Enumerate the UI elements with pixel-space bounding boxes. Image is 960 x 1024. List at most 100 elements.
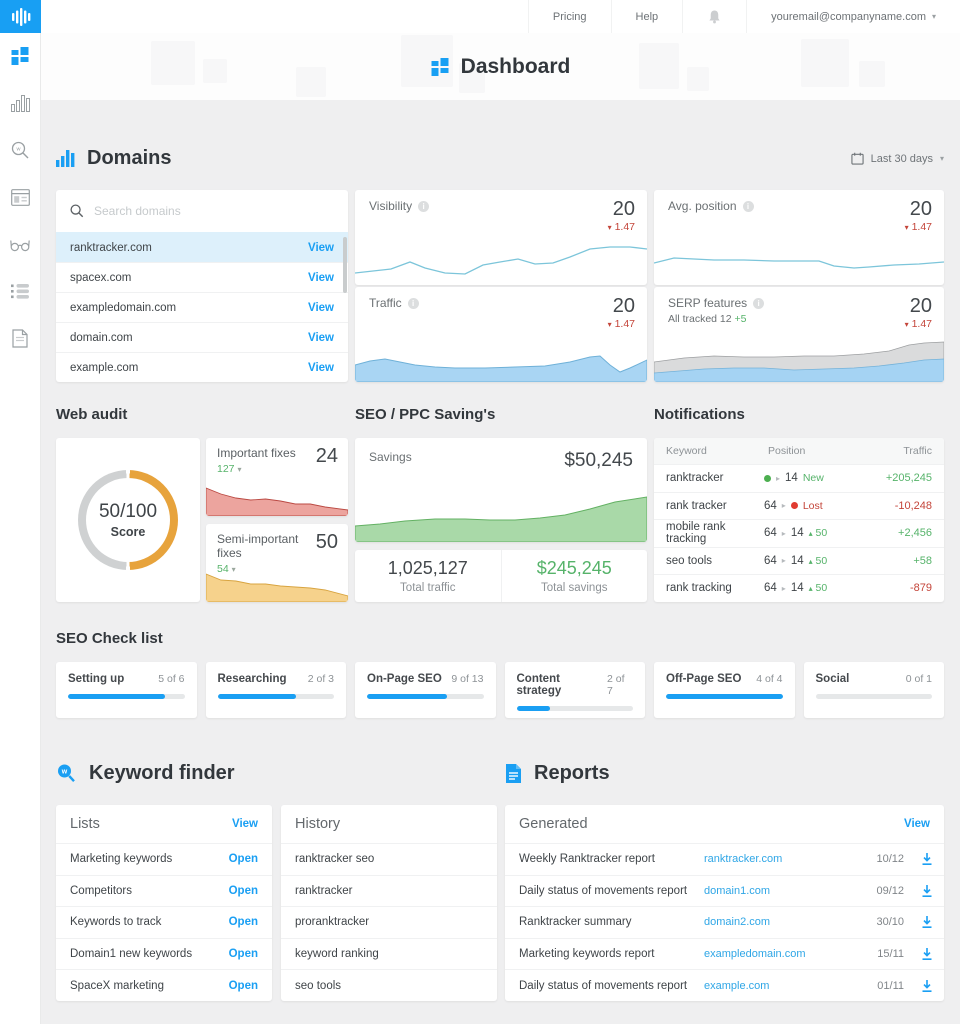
notification-row[interactable]: mobile rank tracking64▸14▴ 50+2,456 — [654, 519, 944, 547]
sidebar-item-serp-checker[interactable] — [10, 187, 30, 207]
savings-totals-card: 1,025,127 Total traffic $245,245 Total s… — [355, 550, 647, 602]
download-icon[interactable] — [904, 947, 934, 961]
domain-row[interactable]: domain.comView — [56, 322, 348, 352]
report-row[interactable]: Weekly Ranktracker reportranktracker.com… — [505, 843, 944, 875]
report-domain-link[interactable]: domain1.com — [704, 885, 852, 897]
checklist-label: Off-Page SEO — [666, 673, 741, 685]
progress-bar — [367, 694, 484, 699]
checklist-card: Setting up5 of 6 — [56, 662, 197, 718]
keyword-history-row[interactable]: proranktracker — [281, 906, 497, 938]
score-donut: 50/100 Score — [78, 470, 178, 570]
sidebar-item-dashboard[interactable] — [10, 46, 30, 66]
domain-row[interactable]: exampledomain.comView — [56, 292, 348, 322]
download-icon[interactable] — [904, 852, 934, 866]
keyword-list-row[interactable]: SpaceX marketingOpen — [56, 969, 272, 1001]
sidebar-item-keyword-finder[interactable]: w — [10, 140, 30, 160]
search-domains-input[interactable] — [94, 204, 334, 218]
keyword-history-row[interactable]: seo tools — [281, 969, 497, 1001]
domains-title: Domains — [87, 147, 171, 170]
generated-view-link[interactable]: View — [904, 818, 930, 830]
progress-bar — [218, 694, 335, 699]
total-savings: $245,245 Total savings — [501, 550, 648, 602]
score-value: 50/100 — [99, 501, 157, 523]
domain-view-link[interactable]: View — [308, 302, 334, 314]
checklist-progress-text: 2 of 7 — [607, 673, 633, 697]
help-link[interactable]: Help — [611, 0, 683, 33]
savings-column: SEO / PPC Saving's Savings $50,245 1,025… — [355, 406, 647, 602]
serp-tracked-delta: +5 — [735, 313, 747, 325]
report-date: 01/11 — [852, 980, 904, 992]
sidebar-item-rank-tracking[interactable] — [10, 93, 30, 113]
report-domain-link[interactable]: exampledomain.com — [704, 948, 852, 960]
keyword-history-row[interactable]: ranktracker — [281, 875, 497, 907]
position-badge: New — [803, 472, 824, 484]
progress-bar — [816, 694, 933, 699]
keyword-list-open-link[interactable]: Open — [229, 980, 258, 992]
notification-row[interactable]: rank tracking64▸14▴ 50-879 — [654, 574, 944, 602]
report-row[interactable]: Ranktracker summarydomain2.com30/10 — [505, 906, 944, 938]
domain-row[interactable]: example.comView — [56, 352, 348, 382]
keyword-list-open-link[interactable]: Open — [229, 885, 258, 897]
keyword-finder-section: w Keyword finder Lists View Marketing ke… — [56, 718, 497, 1001]
notification-row[interactable]: ranktracker▸14New+205,245 — [654, 464, 944, 492]
download-icon[interactable] — [904, 915, 934, 929]
report-row[interactable]: Daily status of movements reportexample.… — [505, 969, 944, 1001]
report-domain-link[interactable]: domain2.com — [704, 916, 852, 928]
domains-bars-icon — [56, 150, 75, 167]
keyword-history-row[interactable]: ranktracker seo — [281, 843, 497, 875]
keyword-history-term: keyword ranking — [295, 948, 379, 960]
report-row[interactable]: Daily status of movements reportdomain1.… — [505, 875, 944, 907]
report-row[interactable]: Marketing keywords reportexampledomain.c… — [505, 938, 944, 970]
sidebar-item-reports[interactable] — [10, 328, 30, 348]
notifications-card: Keyword Position Traffic ranktracker▸14N… — [654, 438, 944, 602]
position-value: 64 — [764, 500, 777, 512]
account-menu[interactable]: youremail@companyname.com ▾ — [746, 0, 960, 33]
keyword-list-row[interactable]: Domain1 new keywordsOpen — [56, 938, 272, 970]
important-fixes-sparkline — [206, 481, 348, 516]
svg-text:w: w — [15, 146, 20, 152]
domain-view-link[interactable]: View — [308, 362, 334, 374]
domain-name: spacex.com — [70, 272, 131, 284]
checklist-label: Setting up — [68, 673, 124, 685]
app-logo[interactable] — [0, 0, 41, 33]
checklist-card: Researching2 of 3 — [206, 662, 347, 718]
notification-traffic: -879 — [860, 582, 932, 594]
download-icon[interactable] — [904, 884, 934, 898]
checklist-card: Content strategy2 of 7 — [505, 662, 646, 718]
info-icon[interactable]: i — [418, 201, 429, 212]
notification-position: 64▸14▴ 50 — [764, 582, 860, 594]
bell-icon — [707, 9, 722, 24]
checklist-label: Social — [816, 673, 850, 685]
arrow-right-icon: ▸ — [782, 501, 786, 510]
notifications-bell-button[interactable] — [682, 0, 746, 33]
keyword-list-row[interactable]: Keywords to trackOpen — [56, 906, 272, 938]
report-domain-link[interactable]: ranktracker.com — [704, 853, 852, 865]
notification-row[interactable]: rank tracker64▸Lost-10,248 — [654, 492, 944, 520]
keyword-list-open-link[interactable]: Open — [229, 948, 258, 960]
keyword-list-open-link[interactable]: Open — [229, 916, 258, 928]
domain-row[interactable]: ranktracker.comView — [56, 232, 348, 262]
web-audit-column: Web audit 50/100 Score Important fi — [56, 406, 348, 602]
info-icon[interactable]: i — [753, 298, 764, 309]
domain-row[interactable]: spacex.com View — [56, 262, 348, 292]
domain-view-link[interactable]: View — [308, 272, 334, 284]
pricing-link[interactable]: Pricing — [528, 0, 611, 33]
keyword-list-open-link[interactable]: Open — [229, 853, 258, 865]
sidebar-item-checklist[interactable] — [10, 281, 30, 301]
info-icon[interactable]: i — [743, 201, 754, 212]
sidebar-item-web-audit[interactable] — [10, 234, 30, 254]
domain-view-link[interactable]: View — [308, 242, 334, 254]
keyword-list-row[interactable]: CompetitorsOpen — [56, 875, 272, 907]
info-icon[interactable]: i — [408, 298, 419, 309]
scrollbar[interactable] — [343, 237, 347, 293]
lists-view-link[interactable]: View — [232, 818, 258, 830]
date-range-selector[interactable]: Last 30 days ▾ — [851, 152, 944, 165]
notification-row[interactable]: seo tools64▸14▴ 50+58 — [654, 547, 944, 575]
domain-search — [56, 190, 348, 232]
report-domain-link[interactable]: example.com — [704, 980, 852, 992]
keyword-list-row[interactable]: Marketing keywordsOpen — [56, 843, 272, 875]
download-icon[interactable] — [904, 979, 934, 993]
keyword-history-row[interactable]: keyword ranking — [281, 938, 497, 970]
generated-reports-rows: Weekly Ranktracker reportranktracker.com… — [505, 843, 944, 1001]
domain-view-link[interactable]: View — [308, 332, 334, 344]
